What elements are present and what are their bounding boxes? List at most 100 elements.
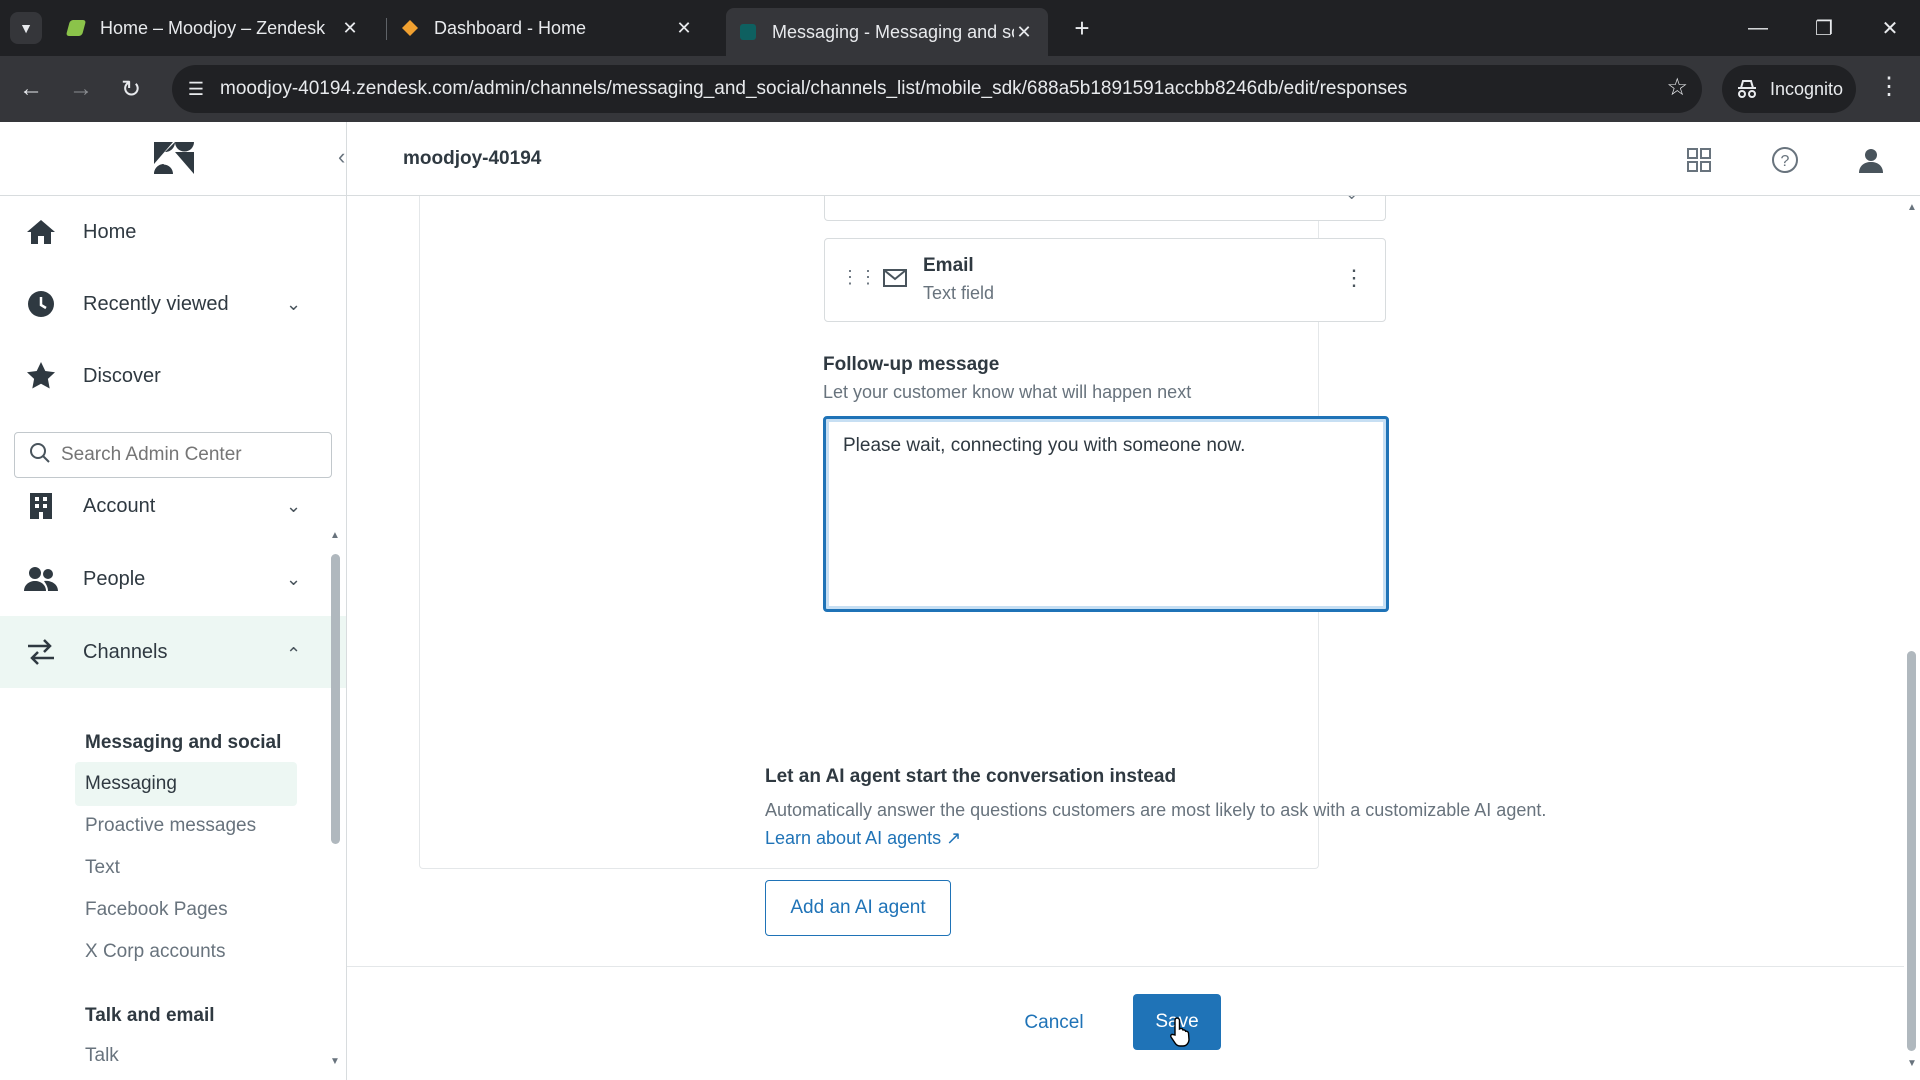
sidebar-item-account[interactable]: Account ⌄ — [0, 470, 346, 542]
sidebar-item-discover[interactable]: Discover — [0, 340, 346, 412]
clock-icon — [24, 287, 58, 321]
admin-sidebar: Home Recently viewed ⌄ Discover Account … — [0, 196, 347, 1080]
search-input[interactable] — [61, 444, 311, 466]
zendesk-favicon-icon — [65, 20, 87, 36]
account-name: moodjoy-40194 — [403, 148, 542, 169]
sidebar-divider — [346, 122, 347, 196]
scroll-down-icon[interactable]: ▼ — [1907, 1058, 1917, 1069]
hand-cursor-icon — [1170, 1017, 1190, 1047]
sidebar-subitem-text[interactable]: Text — [75, 846, 297, 890]
incognito-label: Incognito — [1770, 78, 1844, 99]
field-name: Email — [923, 255, 974, 276]
sidebar-item-label: Discover — [83, 364, 161, 387]
tab-separator — [386, 18, 387, 40]
reload-icon[interactable]: ↻ — [114, 72, 148, 106]
sidebar-group-heading: Talk and email — [85, 1005, 215, 1026]
site-settings-icon[interactable]: ☰ — [182, 75, 210, 103]
address-bar[interactable]: ☰ moodjoy-40194.zendesk.com/admin/channe… — [172, 65, 1702, 113]
tab-title: Messaging - Messaging and so — [772, 21, 1014, 42]
close-tab-icon[interactable]: ✕ — [1014, 22, 1034, 43]
sidebar-subitem-facebook-pages[interactable]: Facebook Pages — [75, 888, 297, 932]
sidebar-subitem-proactive-messages[interactable]: Proactive messages — [75, 804, 297, 848]
app-header: ‹ moodjoy-40194 ? — [0, 122, 1920, 196]
sidebar-item-label: Channels — [83, 640, 168, 663]
back-icon[interactable]: ← — [14, 72, 48, 106]
star-icon — [24, 359, 58, 393]
chevron-down-icon: ⌄ — [286, 568, 302, 589]
envelope-icon — [883, 269, 907, 292]
browser-tab-messaging[interactable]: Messaging - Messaging and so ✕ — [726, 8, 1048, 56]
search-icon — [29, 442, 51, 469]
zendesk-favicon-icon — [740, 24, 756, 40]
new-tab-button[interactable]: + — [1066, 12, 1098, 44]
restore-icon[interactable]: ❐ — [1804, 10, 1844, 46]
browser-menu-icon[interactable]: ⋮ — [1874, 72, 1904, 101]
main-scrollbar[interactable]: ▲ ▼ — [1904, 196, 1920, 1080]
field-options-icon[interactable]: ⋮ — [1343, 265, 1365, 291]
previous-field-card[interactable]: ⌄ — [824, 196, 1386, 221]
scroll-up-icon[interactable]: ▲ — [1907, 202, 1917, 213]
sidebar-item-label: Account — [83, 494, 156, 517]
svg-text:?: ? — [1781, 153, 1790, 170]
sidebar-item-home[interactable]: Home — [0, 196, 346, 268]
forward-icon[interactable]: → — [64, 72, 98, 106]
products-grid-icon[interactable] — [1683, 144, 1715, 176]
sidebar-subitem-messaging[interactable]: Messaging — [75, 762, 297, 806]
tab-title: Dashboard - Home — [434, 17, 587, 38]
chevron-down-icon[interactable]: ⌄ — [1345, 196, 1358, 204]
sidebar-item-channels[interactable]: Channels ⌄ — [0, 616, 346, 688]
chevron-up-icon: ⌄ — [286, 642, 302, 663]
drag-handle-icon[interactable]: ⋮⋮ — [841, 267, 877, 288]
cancel-button[interactable]: Cancel — [999, 995, 1109, 1051]
close-window-icon[interactable]: ✕ — [1870, 10, 1910, 46]
sidebar-item-people[interactable]: People ⌄ — [0, 543, 346, 615]
sidebar-item-label: Recently viewed — [83, 292, 229, 315]
ai-agent-heading: Let an AI agent start the conversation i… — [765, 766, 1177, 787]
bookmark-star-icon[interactable]: ☆ — [1666, 73, 1688, 102]
chevron-down-icon: ⌄ — [286, 293, 302, 314]
dashboard-favicon-icon — [402, 20, 418, 36]
learn-about-ai-agents-link[interactable]: Learn about AI agents ↗ — [765, 828, 961, 849]
tab-title: Home – Moodjoy – Zendesk — [100, 17, 326, 38]
main-content: ⌄ ⋮⋮ Email Text field ⋮ Follow-up messag… — [347, 196, 1904, 1080]
home-icon — [24, 215, 58, 249]
browser-toolbar: ← → ↻ ☰ moodjoy-40194.zendesk.com/admin/… — [0, 56, 1920, 122]
external-link-icon: ↗ — [946, 828, 962, 848]
arrows-icon — [24, 635, 58, 669]
building-icon — [24, 489, 58, 523]
url-text[interactable]: moodjoy-40194.zendesk.com/admin/channels… — [220, 78, 1407, 100]
sidebar-item-recently-viewed[interactable]: Recently viewed ⌄ — [0, 268, 346, 340]
followup-hint: Let your customer know what will happen … — [823, 382, 1192, 402]
browser-tab-home[interactable]: Home – Moodjoy – Zendesk ✕ — [54, 8, 374, 48]
scroll-up-icon[interactable]: ▲ — [330, 530, 340, 541]
user-profile-icon[interactable] — [1855, 144, 1887, 176]
followup-label: Follow-up message — [823, 354, 1000, 375]
chevron-down-icon: ⌄ — [286, 495, 302, 516]
sidebar-subitem-talk[interactable]: Talk — [75, 1034, 297, 1078]
people-icon — [24, 562, 58, 596]
followup-message-textarea[interactable] — [823, 416, 1389, 612]
browser-tab-bar: ▼ Home – Moodjoy – Zendesk ✕ Dashboard -… — [0, 0, 1920, 56]
sidebar-scrollbar[interactable]: ▲ ▼ — [330, 528, 340, 1080]
sidebar-item-label: Home — [83, 220, 137, 243]
close-tab-icon[interactable]: ✕ — [340, 18, 360, 39]
browser-tab-dashboard[interactable]: Dashboard - Home ✕ — [388, 8, 708, 48]
scrollbar-thumb[interactable] — [331, 554, 340, 844]
close-tab-icon[interactable]: ✕ — [674, 18, 694, 39]
zendesk-logo-icon[interactable] — [152, 140, 196, 176]
help-icon[interactable]: ? — [1769, 144, 1801, 176]
ai-agent-description: Automatically answer the questions custo… — [765, 800, 1547, 820]
sidebar-group-heading: Messaging and social — [85, 732, 282, 753]
tab-search-button[interactable]: ▼ — [10, 12, 42, 44]
incognito-icon — [1738, 80, 1756, 98]
incognito-indicator[interactable]: Incognito — [1722, 65, 1856, 113]
add-ai-agent-button[interactable]: Add an AI agent — [765, 880, 951, 936]
scroll-down-icon[interactable]: ▼ — [330, 1056, 340, 1067]
scrollbar-thumb[interactable] — [1907, 651, 1916, 1051]
email-field-card[interactable]: ⋮⋮ Email Text field ⋮ — [824, 238, 1386, 322]
sidebar-item-label: People — [83, 567, 146, 590]
field-type: Text field — [923, 283, 995, 303]
sidebar-subitem-x-corp-accounts[interactable]: X Corp accounts — [75, 930, 297, 974]
collapse-sidebar-icon[interactable]: ‹ — [338, 144, 345, 170]
minimize-icon[interactable]: — — [1738, 10, 1778, 46]
